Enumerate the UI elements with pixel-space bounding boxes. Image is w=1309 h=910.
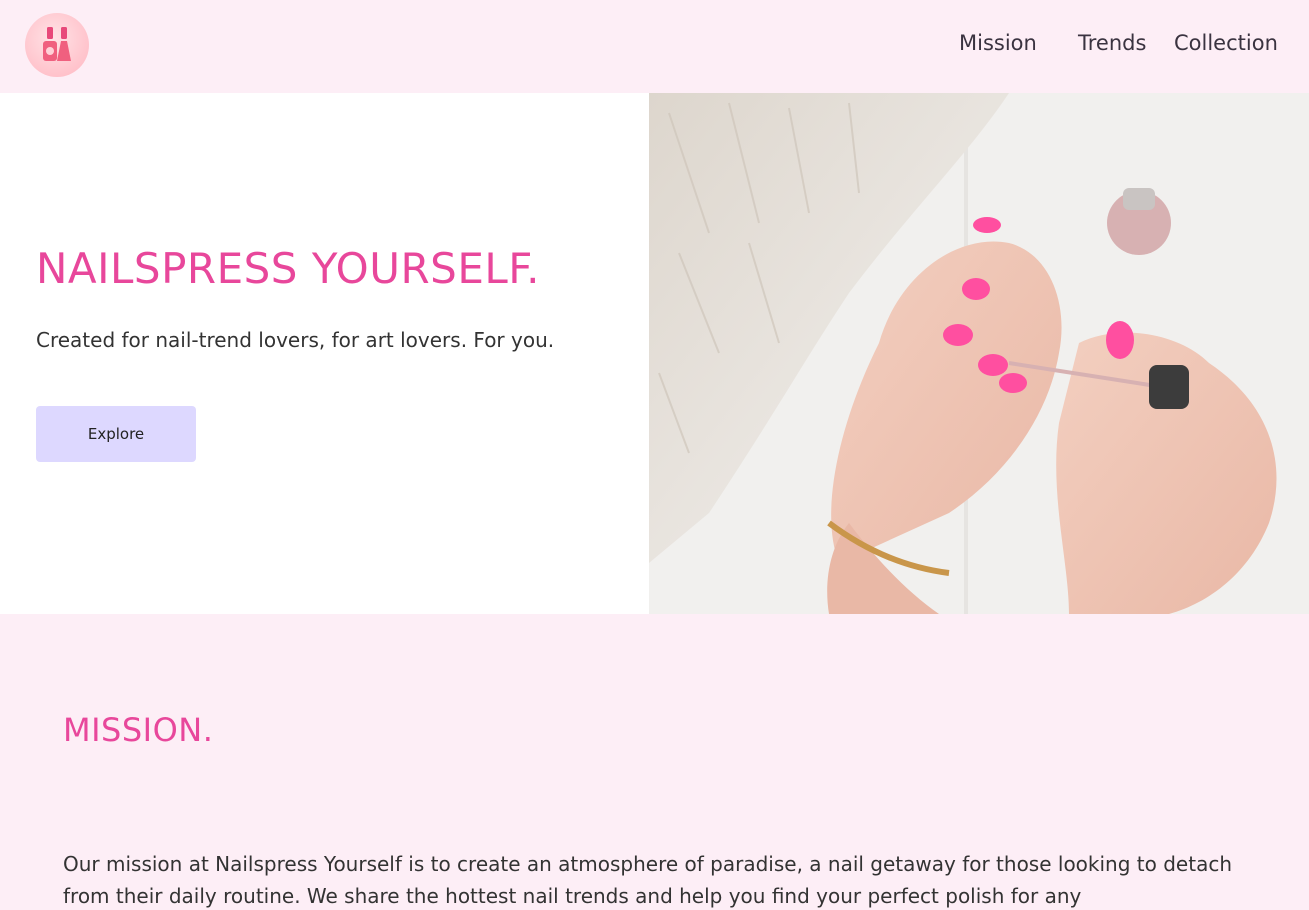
mission-title: MISSION. (63, 711, 214, 749)
site-header: Mission Trends Collection (0, 0, 1309, 93)
nav-mission[interactable]: Mission (959, 31, 1037, 55)
mission-section: MISSION. Our mission at Nailspress Yours… (0, 614, 1309, 910)
hero-section: NAILSPRESS YOURSELF. Created for nail-tr… (0, 93, 649, 614)
hands-painting-nails-photo (649, 93, 1309, 614)
hero-title: NAILSPRESS YOURSELF. (36, 244, 541, 293)
mission-body: Our mission at Nailspress Yourself is to… (63, 852, 1232, 908)
nav-trends[interactable]: Trends (1078, 31, 1146, 55)
nail-polish-logo-icon[interactable] (25, 13, 89, 77)
hero-image (649, 93, 1309, 614)
explore-button[interactable]: Explore (36, 406, 196, 462)
nav-collection[interactable]: Collection (1174, 31, 1278, 55)
hero-subtitle: Created for nail-trend lovers, for art l… (36, 328, 555, 352)
